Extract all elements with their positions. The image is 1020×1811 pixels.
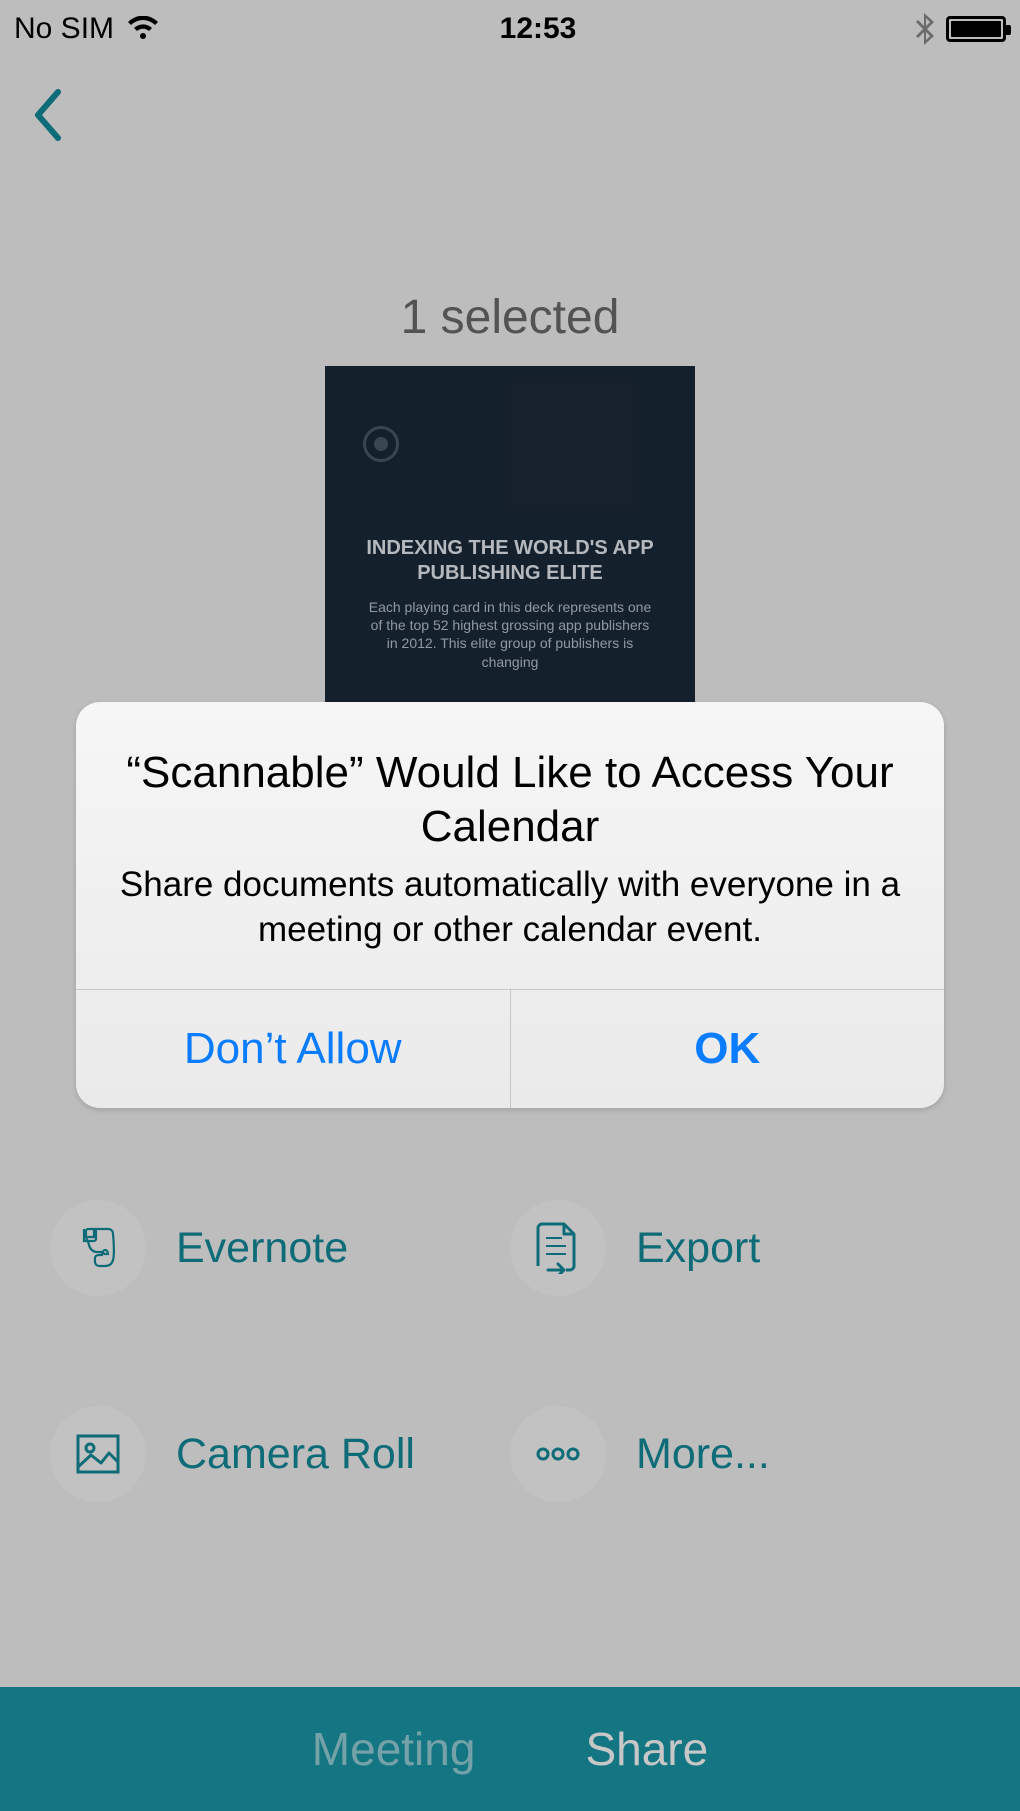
permission-alert: “Scannable” Would Like to Access Your Ca… (76, 702, 944, 1108)
alert-button-row: Don’t Allow OK (76, 989, 944, 1108)
alert-message: Share documents automatically with every… (116, 863, 904, 953)
alert-body: “Scannable” Would Like to Access Your Ca… (76, 702, 944, 989)
app-screen: No SIM 12:53 1 selected INDEXING THE WOR… (0, 0, 1020, 1811)
alert-title: “Scannable” Would Like to Access Your Ca… (116, 746, 904, 853)
ok-button[interactable]: OK (510, 990, 945, 1108)
dont-allow-button[interactable]: Don’t Allow (76, 990, 510, 1108)
